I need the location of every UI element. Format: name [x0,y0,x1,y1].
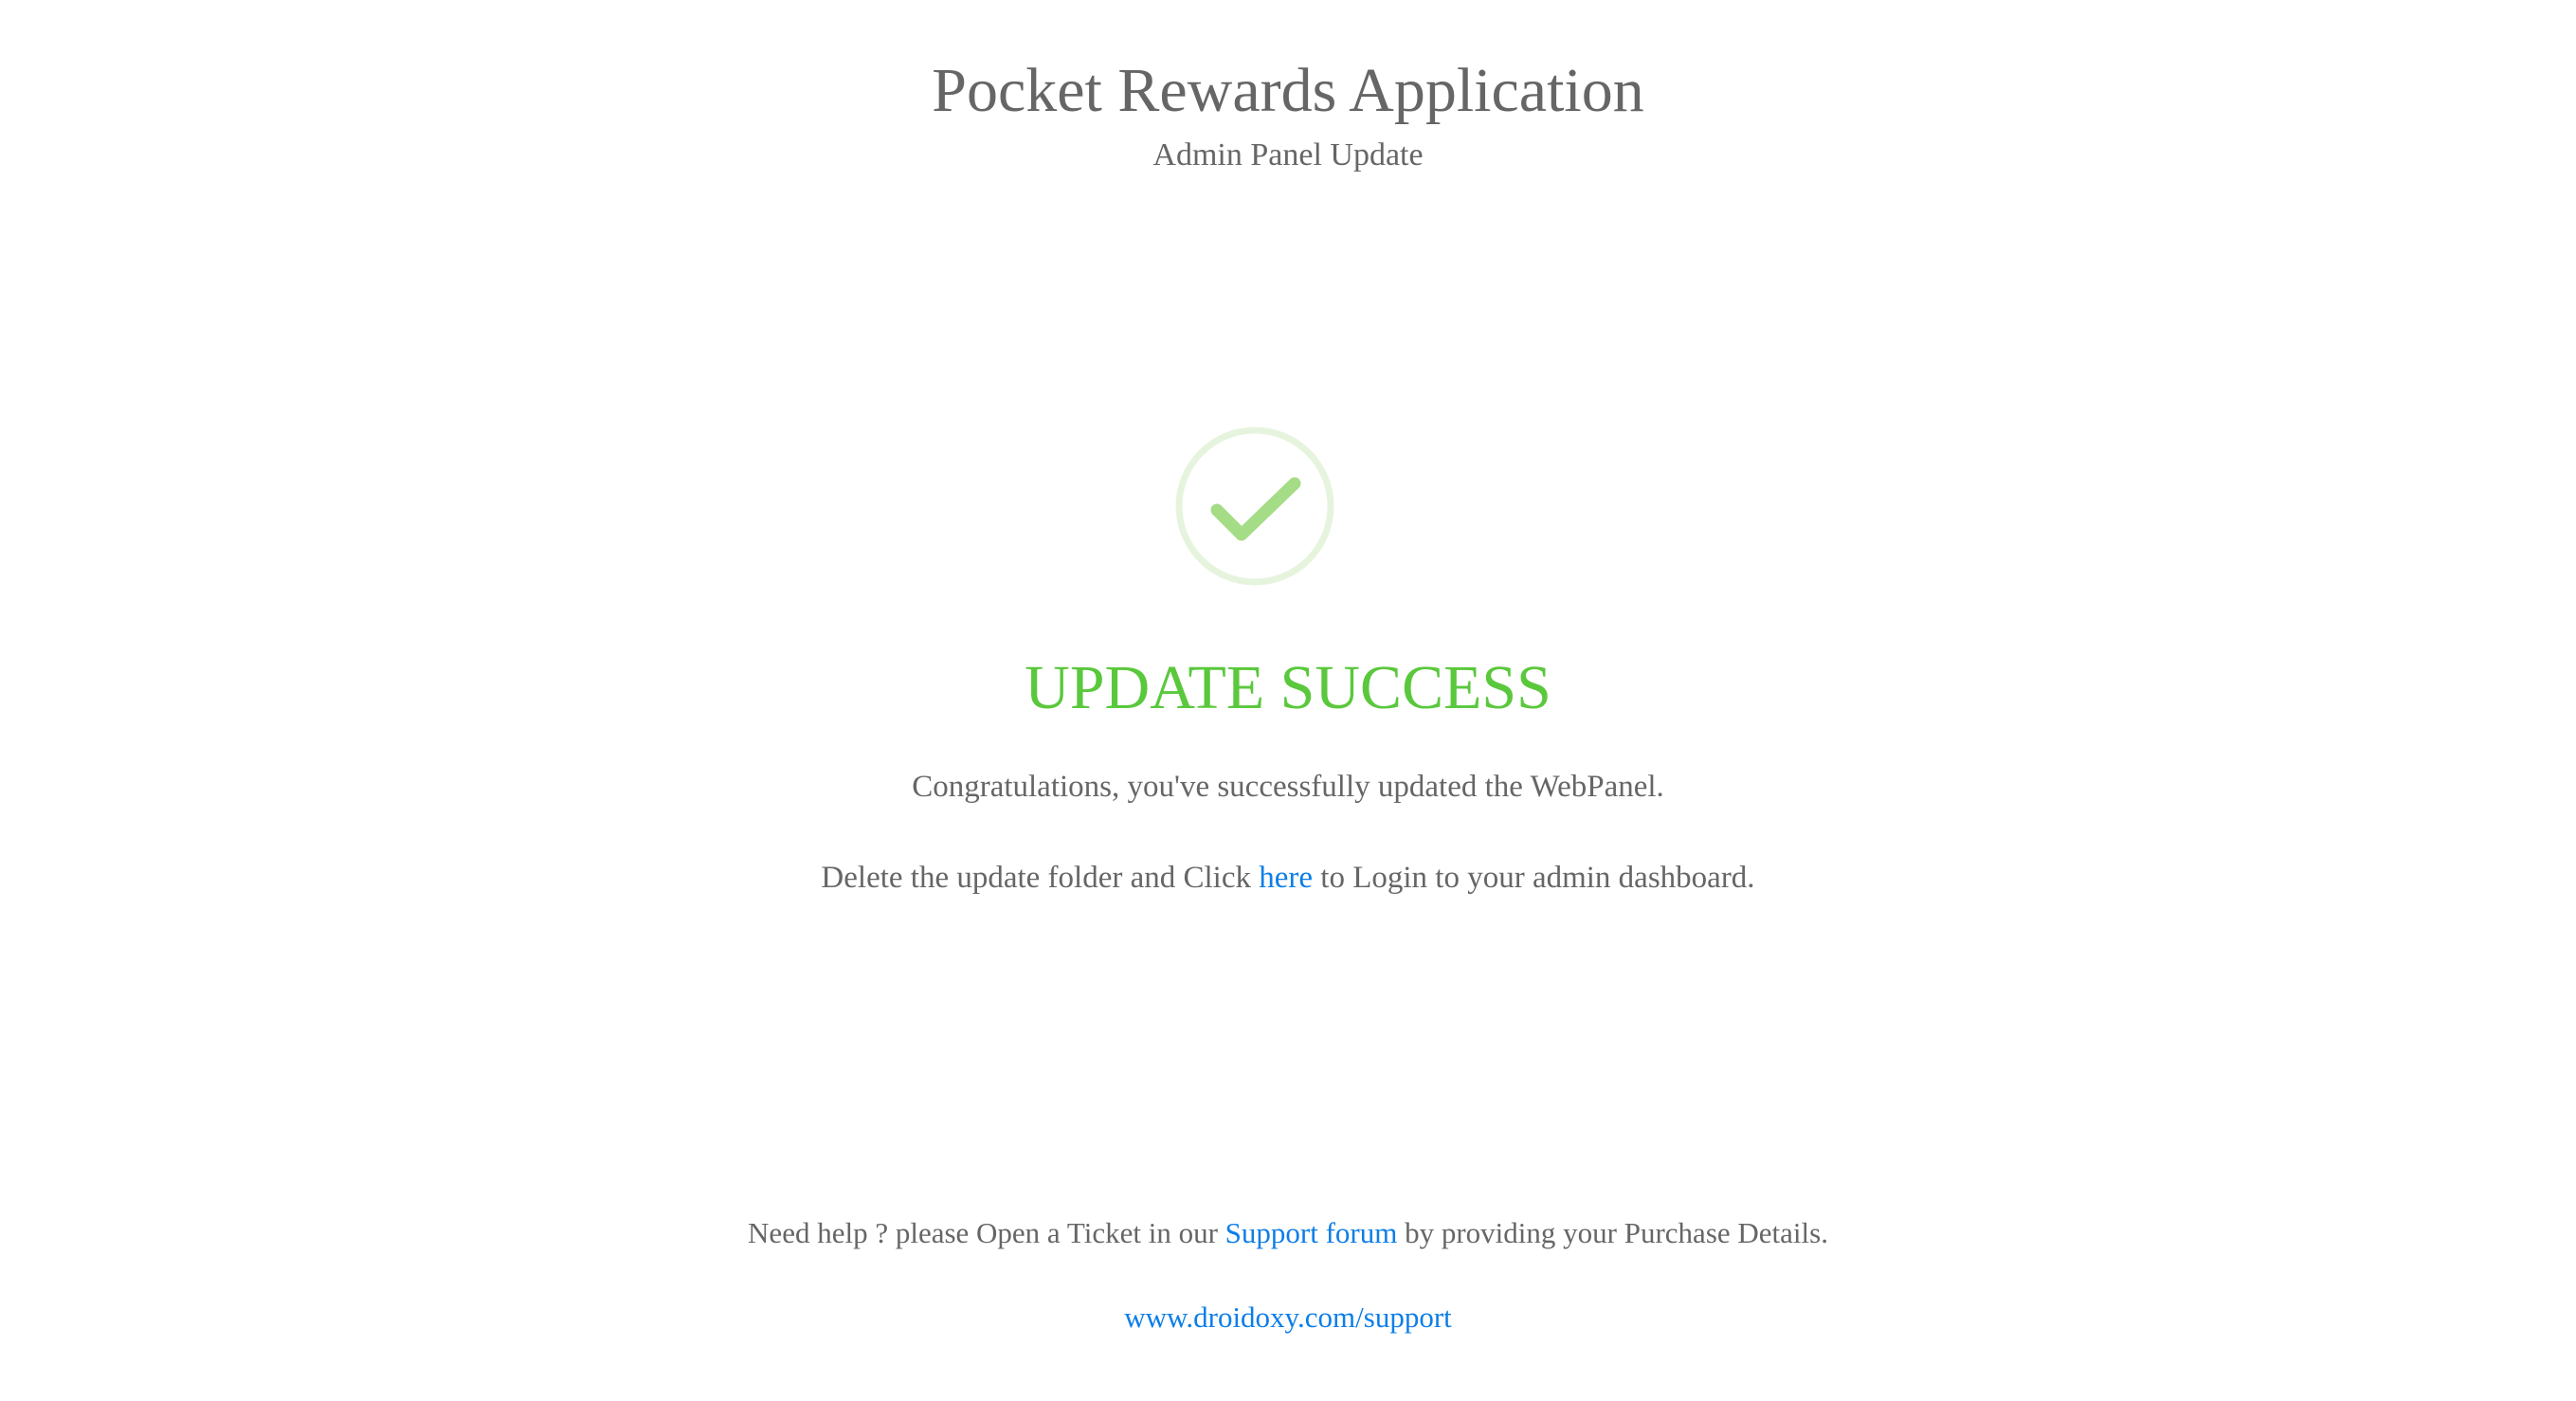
support-forum-link[interactable]: Support forum [1225,1216,1398,1249]
help-text-after: by providing your Purchase Details. [1397,1216,1828,1249]
page-title: Pocket Rewards Application [932,56,1644,125]
login-instruction: Delete the update folder and Click here … [0,859,2576,897]
checkmark-circle-icon [1175,427,1334,586]
support-url-link[interactable]: www.droidoxy.com/support [1124,1301,1452,1334]
page-subtitle: Admin Panel Update [1152,137,1424,173]
help-message: Need help ? please Open a Ticket in our … [0,1215,2576,1251]
help-text-before: Need help ? please Open a Ticket in our [748,1216,1225,1249]
status-heading: UPDATE SUCCESS [1025,653,1551,722]
instruction-text-before: Delete the update folder and Click [821,861,1260,895]
support-url-container: www.droidoxy.com/support [0,1300,2576,1336]
instruction-text-after: to Login to your admin dashboard. [1313,861,1755,895]
login-link[interactable]: here [1259,861,1313,895]
success-message: Congratulations, you've successfully upd… [912,770,1664,804]
